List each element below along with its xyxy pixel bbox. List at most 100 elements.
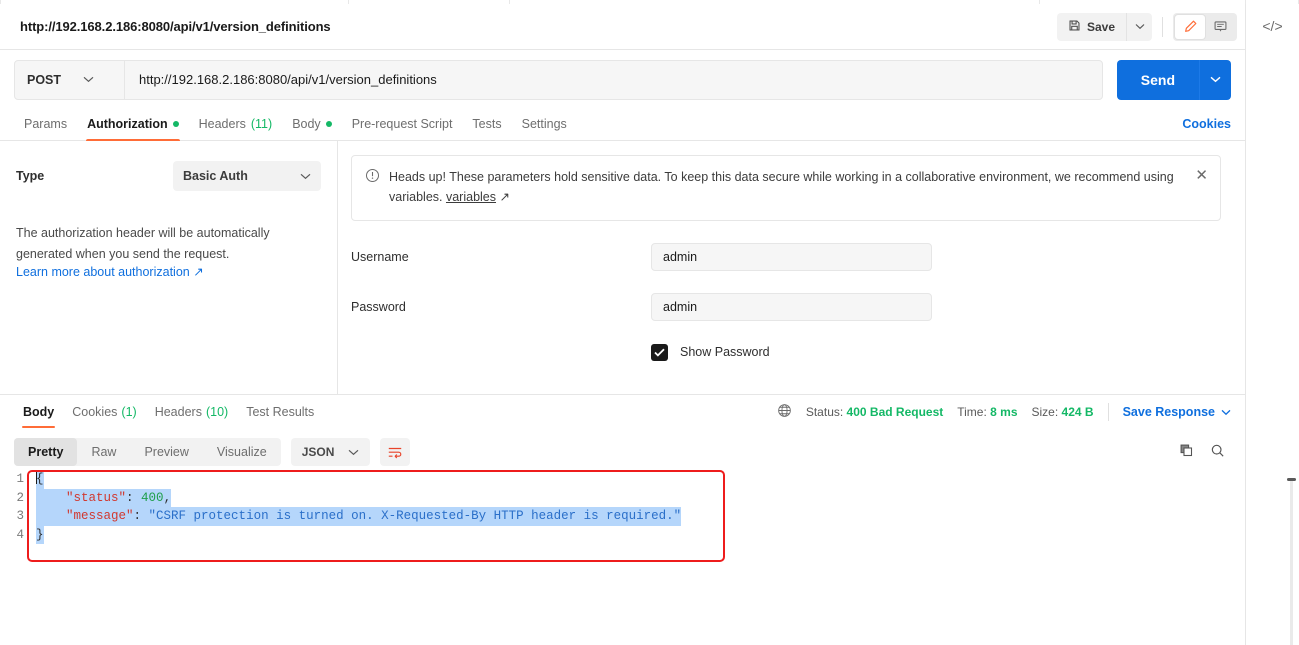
tab-pre-request-script[interactable]: Pre-request Script — [342, 108, 463, 141]
send-options-button[interactable] — [1199, 59, 1231, 100]
response-scrollbar[interactable] — [1287, 478, 1296, 645]
tab-label: Headers — [154, 405, 202, 419]
show-password-checkbox[interactable] — [651, 343, 668, 361]
view-mode-preview[interactable]: Preview — [130, 438, 202, 466]
cookies-link[interactable]: Cookies — [1182, 117, 1231, 131]
save-button[interactable]: Save — [1056, 12, 1126, 41]
auth-type-select[interactable]: Basic Auth — [173, 161, 321, 191]
format-select[interactable]: JSON — [290, 438, 371, 466]
request-header: http://192.168.2.186:8080/api/v1/version… — [0, 4, 1245, 50]
http-method-label: POST — [27, 72, 62, 87]
divider — [1162, 16, 1163, 37]
tab-label: Cookies — [72, 405, 118, 419]
response-toolbar-actions — [1179, 443, 1231, 461]
code-content: { — [36, 470, 44, 489]
status-label: Status: — [805, 405, 844, 419]
username-input[interactable] — [651, 242, 932, 271]
chevron-down-icon — [1135, 24, 1144, 30]
variables-link[interactable]: variables — [446, 190, 496, 204]
time-label: Time: — [957, 405, 987, 419]
view-mode-raw[interactable]: Raw — [77, 438, 130, 466]
edit-request-button[interactable] — [1175, 14, 1205, 39]
authorization-panel: Type Basic Auth The authorization header… — [0, 141, 1245, 394]
show-password-row: Show Password — [651, 343, 1221, 361]
tab-count: (11) — [250, 117, 273, 131]
tab-tests[interactable]: Tests — [462, 108, 511, 141]
banner-message: Heads up! These parameters hold sensitiv… — [389, 170, 1174, 184]
tab-label: Tests — [472, 117, 502, 131]
password-input[interactable] — [651, 292, 932, 321]
code-content: "message": "CSRF protection is turned on… — [36, 507, 682, 526]
url-input[interactable] — [125, 60, 1102, 99]
size-label: Size: — [1031, 405, 1059, 419]
code-token: } — [36, 527, 44, 542]
tab-label: Settings — [521, 117, 567, 131]
search-icon[interactable] — [1210, 443, 1225, 461]
learn-more-link[interactable]: Learn more about authorization ↗ — [16, 264, 321, 279]
line-number: 3 — [16, 509, 24, 523]
tab-body[interactable]: Body — [282, 108, 342, 141]
banner-message-end: variables. — [389, 190, 446, 205]
info-icon — [365, 167, 380, 208]
size-group: Size: 424 B — [1032, 405, 1094, 419]
comments-button[interactable] — [1205, 15, 1235, 39]
view-mode-toggle — [1173, 12, 1237, 41]
auth-fields-panel: Heads up! These parameters hold sensitiv… — [338, 141, 1245, 394]
send-button[interactable]: Send — [1116, 59, 1199, 100]
modified-dot-icon — [325, 121, 332, 127]
response-tab-body[interactable]: Body — [14, 395, 63, 430]
auth-description: The authorization header will be automat… — [16, 226, 270, 261]
word-wrap-icon — [389, 447, 402, 458]
code-snippet-icon[interactable]: </> — [1262, 18, 1282, 645]
tab-authorization[interactable]: Authorization — [77, 108, 189, 141]
status-value: 400 Bad Request — [846, 405, 944, 419]
show-password-label[interactable]: Show Password — [680, 345, 770, 359]
tab-label: Body — [23, 405, 55, 419]
response-tab-cookies[interactable]: Cookies (1) — [63, 395, 145, 430]
save-button-group: Save — [1056, 12, 1152, 41]
response-tab-headers[interactable]: Headers (10) — [146, 395, 237, 430]
request-tabs: Params Authorization Headers (11) Body P… — [0, 108, 1245, 141]
tab-params[interactable]: Params — [14, 108, 77, 141]
save-options-button[interactable] — [1126, 12, 1152, 41]
code-content: } — [36, 525, 44, 544]
code-line: 3 "message": "CSRF protection is turned … — [0, 507, 682, 526]
size-value: 424 B — [1061, 405, 1094, 419]
status-group: Status: 400 Bad Request — [806, 405, 943, 419]
code-token: , — [163, 490, 172, 505]
code-token: "message" — [66, 509, 134, 523]
tab-label: Authorization — [87, 117, 168, 131]
code-line: 1 { — [0, 470, 681, 489]
scrollbar-thumb[interactable] — [1287, 478, 1296, 481]
code-token: : — [133, 509, 149, 523]
http-method-select[interactable]: POST — [15, 60, 125, 99]
view-mode-segment: Pretty Raw Preview Visualize — [14, 438, 281, 466]
tab-settings[interactable]: Settings — [512, 108, 577, 141]
tab-count: (10) — [205, 405, 229, 419]
word-wrap-button[interactable] — [380, 438, 411, 466]
view-mode-visualize[interactable]: Visualize — [203, 438, 281, 466]
request-url-bar: POST Send — [0, 51, 1245, 108]
close-icon[interactable]: ✕ — [1195, 168, 1208, 183]
external-link-icon: ↗ — [496, 190, 510, 205]
line-number: 2 — [16, 490, 24, 505]
code-token: "CSRF protection is turned on. X-Request… — [148, 509, 682, 523]
response-tab-test-results[interactable]: Test Results — [237, 395, 323, 430]
response-body-viewer[interactable]: 1 { 2 "status": 400, 3 "message": "CSRF … — [0, 470, 1245, 645]
chevron-down-icon — [1221, 409, 1231, 415]
save-response-label: Save Response — [1122, 405, 1215, 419]
line-number: 1 — [16, 472, 24, 486]
code-token: "status" — [66, 490, 127, 505]
save-response-button[interactable]: Save Response — [1123, 405, 1231, 419]
view-mode-pretty[interactable]: Pretty — [14, 438, 78, 466]
chevron-down-icon — [1210, 76, 1221, 83]
code-token: : — [126, 490, 142, 505]
copy-icon[interactable] — [1179, 443, 1194, 461]
username-label: Username — [351, 249, 409, 264]
divider — [1107, 403, 1109, 421]
response-header: Body Cookies (1) Headers (10) Test Resul… — [0, 394, 1245, 429]
tab-count: (1) — [121, 405, 137, 419]
tab-label: Params — [24, 117, 68, 131]
tab-headers[interactable]: Headers (11) — [189, 108, 283, 141]
globe-icon — [777, 403, 792, 421]
